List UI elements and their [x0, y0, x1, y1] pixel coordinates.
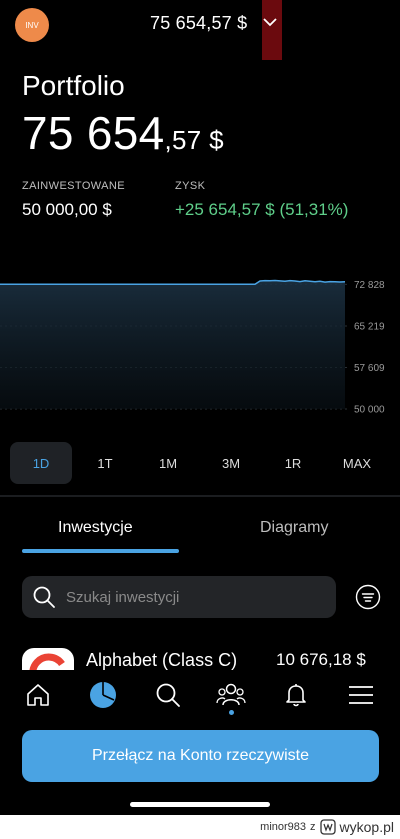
nav-home[interactable] — [21, 678, 55, 712]
range-1m[interactable]: 1M — [137, 442, 199, 484]
range-1r[interactable]: 1R — [262, 442, 324, 484]
watermark-sep: z — [310, 821, 316, 833]
menu-icon — [349, 686, 373, 704]
nav-search[interactable] — [151, 678, 185, 712]
investment-list-item[interactable]: Alphabet (Class C) 10 676,18 $ — [0, 640, 400, 670]
people-icon — [216, 683, 246, 706]
pie-chart-icon — [90, 682, 116, 708]
watermark-user: minor983 — [260, 821, 307, 833]
y-tick-label: 50 000 — [354, 405, 385, 416]
nav-portfolio[interactable] — [86, 678, 120, 712]
home-indicator[interactable] — [130, 802, 270, 807]
range-1t[interactable]: 1T — [74, 442, 136, 484]
asset-value: 10 676,18 $ — [276, 650, 366, 669]
bottom-navigation — [0, 670, 400, 722]
range-1d[interactable]: 1D — [10, 442, 72, 484]
bell-icon — [286, 684, 306, 707]
portfolio-value-main: 75 654 — [22, 107, 165, 159]
search-icon — [156, 683, 180, 707]
portfolio-title: Portfolio — [22, 70, 125, 101]
search-input[interactable] — [66, 588, 316, 606]
censor-mark — [262, 0, 282, 60]
y-tick-label: 65 219 — [354, 321, 385, 332]
range-3m[interactable]: 3M — [200, 442, 262, 484]
filter-icon[interactable] — [355, 584, 381, 610]
profit-value: +25 654,57 $ (51,31%) — [175, 200, 349, 219]
time-range-selector: 1D 1T 1M 3M 1R MAX — [10, 442, 390, 484]
active-tab-indicator — [22, 549, 179, 553]
chevron-down-icon[interactable] — [262, 14, 278, 30]
tab-charts[interactable]: Diagramy — [260, 519, 328, 537]
nav-community[interactable] — [214, 678, 248, 712]
switch-to-real-account-button[interactable]: Przełącz na Konto rzeczywiste — [22, 730, 379, 782]
invested-value: 50 000,00 $ — [22, 200, 112, 219]
invested-label: ZAINWESTOWANE — [22, 180, 125, 192]
tab-investments[interactable]: Inwestycje — [58, 519, 133, 537]
home-icon — [27, 684, 49, 706]
y-tick-label: 57 609 — [354, 363, 385, 374]
watermark-footer: minor983 z wykop.pl — [0, 815, 400, 839]
watermark-brand: wykop.pl — [339, 819, 394, 835]
wykop-logo-icon — [319, 819, 336, 835]
search-icon — [33, 586, 55, 608]
profit-label: ZYSK — [175, 180, 206, 192]
chart-area-fill — [0, 280, 345, 409]
y-tick-label: 72 828 — [354, 280, 385, 291]
section-divider — [0, 495, 400, 497]
portfolio-chart[interactable]: 72 828 65 219 57 609 50 000 — [0, 255, 400, 420]
range-max[interactable]: MAX — [326, 442, 388, 484]
account-avatar[interactable]: INV — [15, 8, 49, 42]
asset-name: Alphabet (Class C) — [86, 650, 238, 670]
portfolio-value: 75 654,57 $ — [22, 106, 224, 160]
content-tabs: Inwestycje Diagramy — [0, 505, 400, 555]
notification-dot — [229, 710, 234, 715]
nav-menu[interactable] — [344, 678, 378, 712]
nav-alerts[interactable] — [279, 678, 313, 712]
top-bar: INV 75 654,57 $ — [0, 0, 400, 60]
search-box[interactable] — [22, 576, 336, 618]
account-total-value[interactable]: 75 654,57 $ — [150, 13, 247, 34]
google-logo-icon — [22, 648, 74, 670]
portfolio-value-decimal: ,57 $ — [164, 125, 224, 155]
